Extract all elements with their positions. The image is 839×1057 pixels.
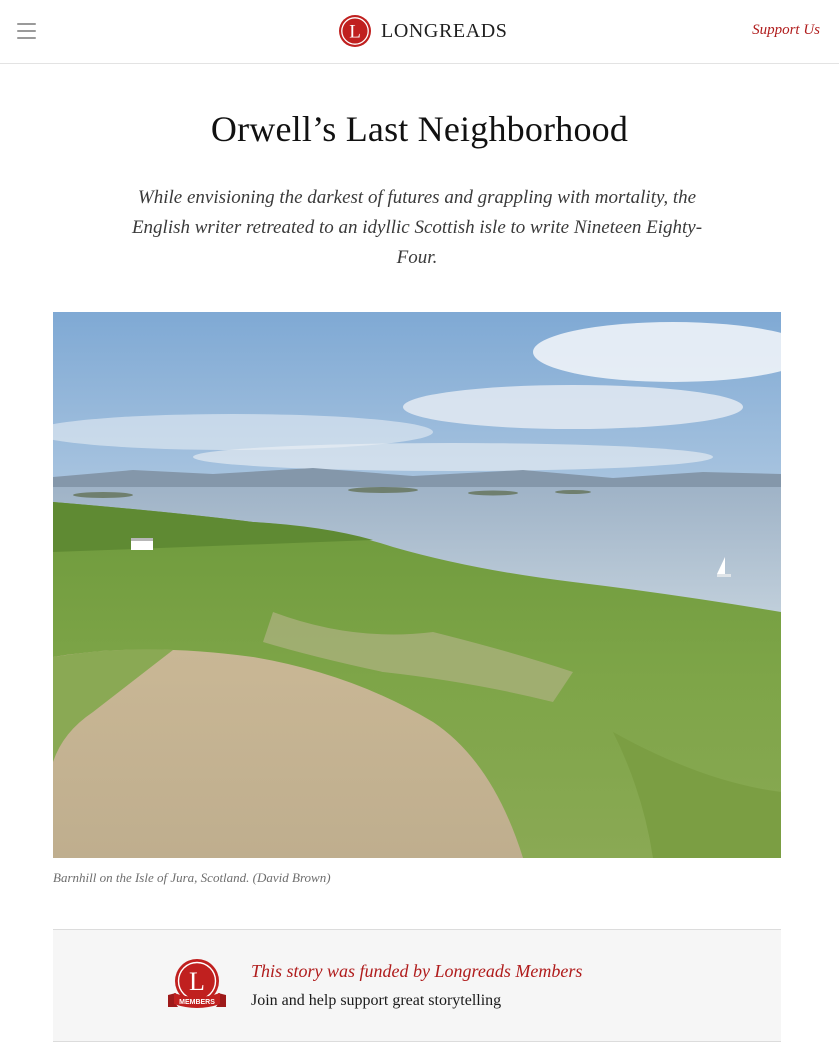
page-title: Orwell’s Last Neighborhood [210,109,629,149]
brand-logo-letter: L [349,22,361,43]
badge-ribbon-text: MEMBERS [179,999,215,1006]
members-subline: Join and help support great storytelling [251,992,502,1009]
site-header: L LONGREADS Support Us [0,0,839,64]
longreads-logo-icon: L [339,15,371,47]
longreads-logo-link[interactable]: L LONGREADS [338,14,508,48]
members-promo[interactable]: L MEMBERS This story was funded by Longr… [53,929,781,1042]
brand-name: LONGREADS [381,19,508,42]
hamburger-menu-icon[interactable] [17,23,36,39]
landscape-photo [53,312,781,858]
support-us-link[interactable]: Support Us [752,22,820,39]
badge-letter: L [189,967,205,996]
image-caption: Barnhill on the Isle of Jura, Scotland. … [53,870,331,885]
members-headline[interactable]: This story was funded by Longreads Membe… [251,961,582,982]
members-badge-icon: L MEMBERS [168,959,226,1008]
hero-image [53,312,781,858]
article-dek: While envisioning the darkest of futures… [131,187,703,268]
